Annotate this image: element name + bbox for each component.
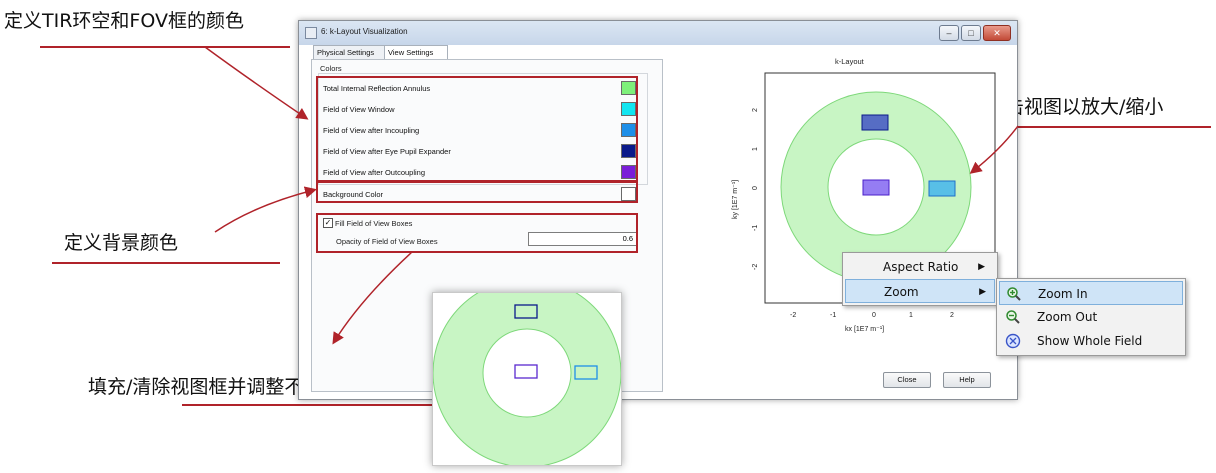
zoom-submenu: Zoom In Zoom Out Show Whole Field	[996, 278, 1186, 356]
fov-box-epe	[861, 114, 889, 131]
zoom-out-icon	[1006, 310, 1020, 324]
y-tick: -2	[752, 264, 759, 270]
show-whole-field-label: Show Whole Field	[1037, 334, 1143, 348]
menu-item-zoom-out[interactable]: Zoom Out	[999, 305, 1183, 329]
annotation-background: 定义背景颜色	[64, 232, 179, 254]
fov-box-incoupling	[928, 180, 956, 197]
arrow-to-colors	[204, 46, 309, 120]
tir-annulus-inner	[482, 328, 572, 418]
annotation-tir-fov: 定义TIR环空和FOV框的颜色	[4, 10, 244, 32]
zoom-label: Zoom	[884, 285, 919, 299]
app-icon	[305, 27, 317, 39]
close-button[interactable]: Close	[883, 372, 931, 388]
show-whole-field-icon	[1005, 333, 1021, 349]
fill-highlight	[316, 213, 638, 253]
submenu-arrow-icon: ▶	[979, 287, 986, 297]
menu-item-show-whole-field[interactable]: Show Whole Field	[999, 329, 1183, 353]
tab-view-settings[interactable]: View Settings	[384, 45, 448, 60]
help-button[interactable]: Help	[943, 372, 991, 388]
y-axis-label: ky [1E7 m⁻¹]	[732, 180, 739, 219]
menu-item-zoom-in[interactable]: Zoom In	[999, 281, 1183, 305]
zoom-in-label: Zoom In	[1038, 287, 1088, 301]
x-tick: 1	[909, 312, 913, 319]
annotation-underline	[40, 46, 290, 48]
plot-context-menu: Aspect Ratio ▶ Zoom ▶	[842, 252, 998, 306]
y-tick: 0	[752, 186, 759, 190]
unfilled-preview-plot	[432, 278, 622, 468]
fov-box-outcoupling	[862, 179, 890, 196]
k-layout-window: 6: k-Layout Visualization – □ ✕ Physical…	[298, 20, 1018, 400]
x-axis-label: kx [1E7 m⁻¹]	[845, 326, 884, 333]
y-tick: -1	[752, 225, 759, 231]
background-highlight	[316, 181, 638, 203]
colors-highlight	[316, 76, 638, 182]
plot-title: k-Layout	[835, 57, 864, 66]
y-tick: 1	[752, 147, 759, 151]
submenu-arrow-icon: ▶	[978, 262, 985, 272]
aspect-ratio-label: Aspect Ratio	[883, 260, 959, 274]
window-title: 6: k-Layout Visualization	[321, 27, 408, 36]
unfilled-preview-inset	[432, 278, 622, 468]
colors-group-label: Colors	[320, 64, 342, 73]
tab-physical-settings[interactable]: Physical Settings	[313, 45, 387, 59]
minimize-button[interactable]: –	[939, 25, 959, 41]
annotation-underline	[52, 262, 280, 264]
zoom-out-label: Zoom Out	[1037, 310, 1098, 324]
x-tick: 2	[950, 312, 954, 319]
x-tick: 0	[872, 312, 876, 319]
x-tick: -2	[790, 312, 796, 319]
y-tick: 2	[752, 108, 759, 112]
title-bar: 6: k-Layout Visualization – □ ✕	[299, 21, 1017, 45]
x-tick: -1	[830, 312, 836, 319]
zoom-in-icon	[1007, 287, 1021, 301]
close-window-button[interactable]: ✕	[983, 25, 1011, 41]
menu-item-aspect-ratio[interactable]: Aspect Ratio ▶	[845, 255, 993, 279]
annotation-underline	[182, 404, 432, 406]
maximize-button[interactable]: □	[961, 25, 981, 41]
menu-item-zoom[interactable]: Zoom ▶	[845, 279, 995, 303]
